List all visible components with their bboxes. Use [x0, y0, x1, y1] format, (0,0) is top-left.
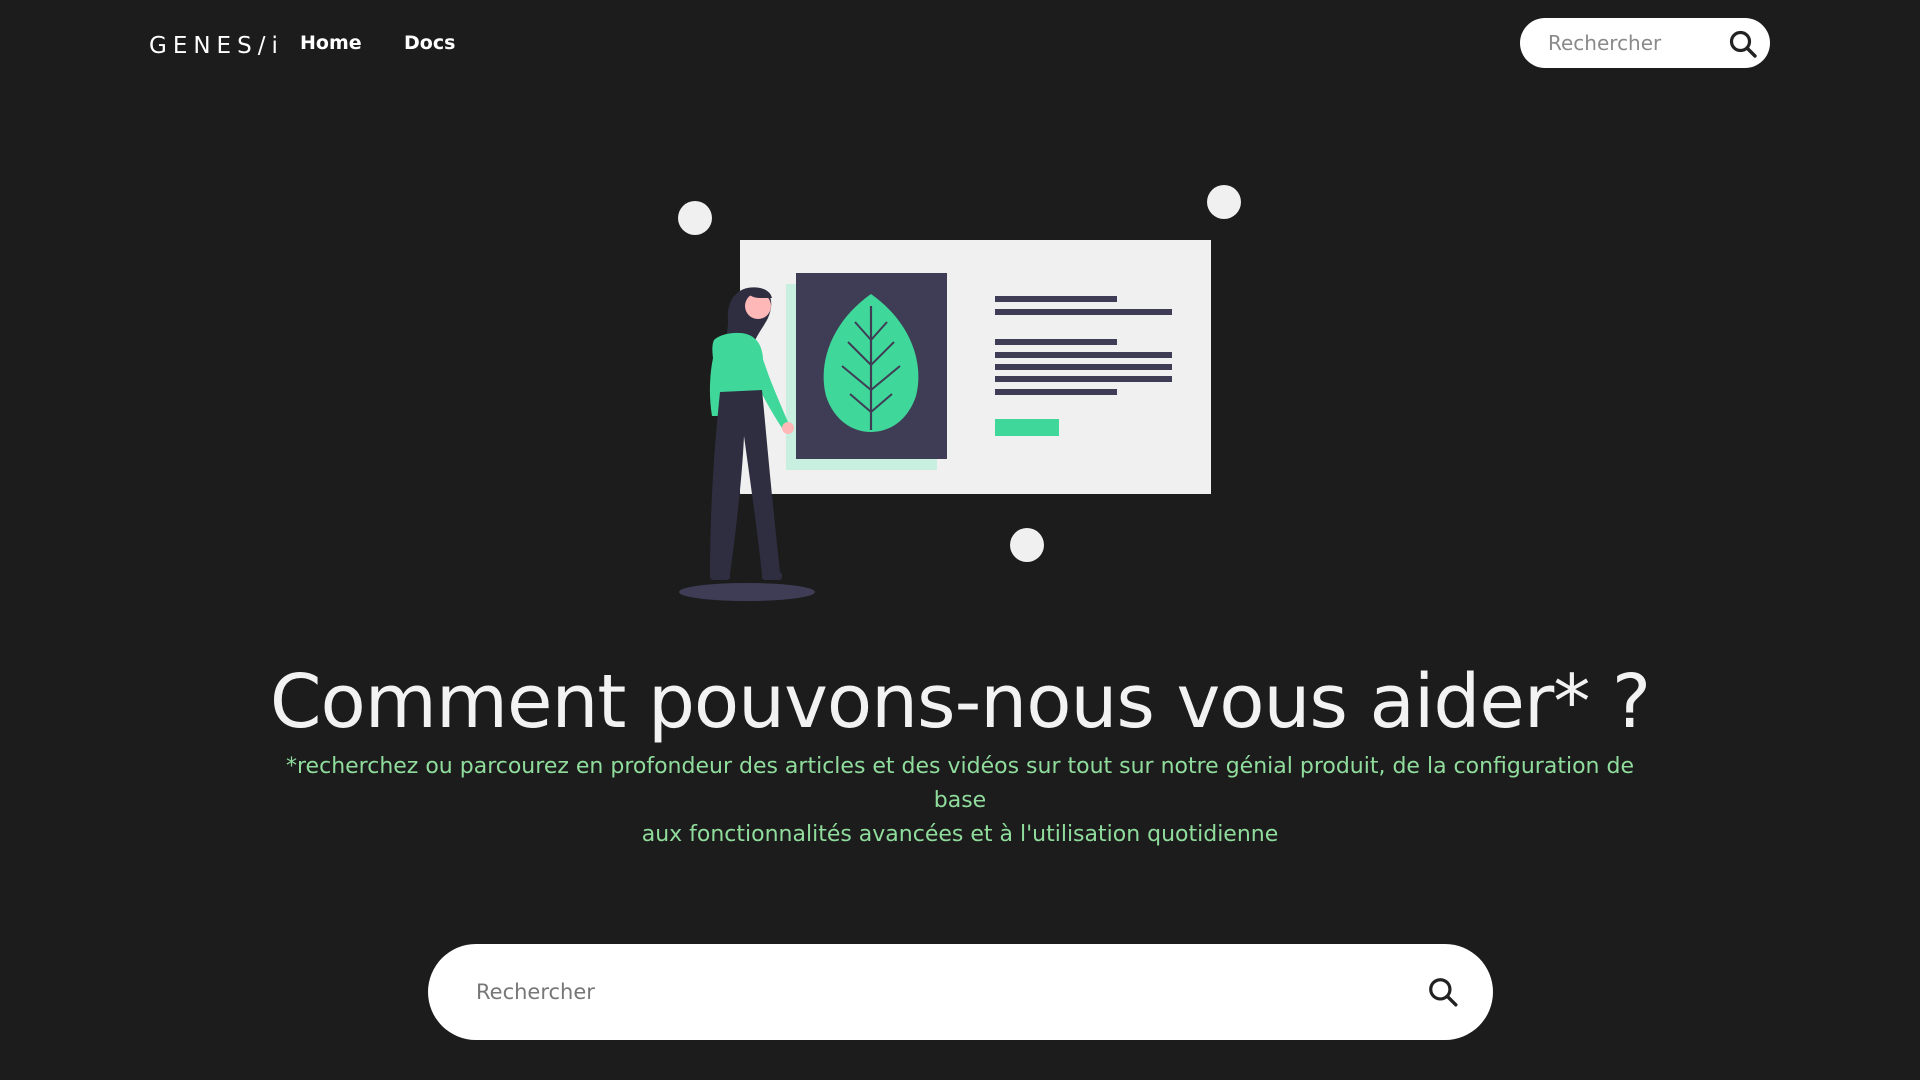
header-search-input[interactable]	[1548, 18, 1718, 68]
main-search-box	[428, 944, 1493, 1040]
header-search-box	[1520, 18, 1770, 68]
nav-home-link[interactable]: Home	[300, 31, 362, 55]
subtitle-line-2: aux fonctionnalités avancées et à l'util…	[641, 822, 1279, 847]
decor-dot	[678, 201, 712, 235]
woman-presenting-leaf-illustration	[678, 185, 1241, 601]
main-search-button[interactable]	[1427, 976, 1459, 1008]
nav-docs-link[interactable]: Docs	[404, 31, 455, 55]
page-title: Comment pouvons-nous vous aider* ?	[269, 659, 1651, 745]
decor-dot	[1010, 528, 1044, 562]
hero-illustration	[670, 180, 1250, 610]
board-button	[995, 419, 1059, 436]
subtitle-line-1: *recherchez ou parcourez en profondeur d…	[286, 754, 1634, 813]
decor-dot	[1207, 185, 1241, 219]
logo[interactable]: GENES/i	[149, 28, 284, 64]
page: GENES/i Home Docs Rechercher Comment pou…	[0, 0, 1920, 1080]
search-icon	[1429, 978, 1458, 1007]
top-navbar: GENES/i Home Docs	[0, 0, 1920, 90]
page-subtitle: *recherchez ou parcourez en profondeur d…	[260, 750, 1660, 852]
search-icon	[1729, 30, 1757, 58]
main-search-input[interactable]	[476, 944, 1376, 1040]
header-search-button[interactable]	[1728, 29, 1758, 59]
